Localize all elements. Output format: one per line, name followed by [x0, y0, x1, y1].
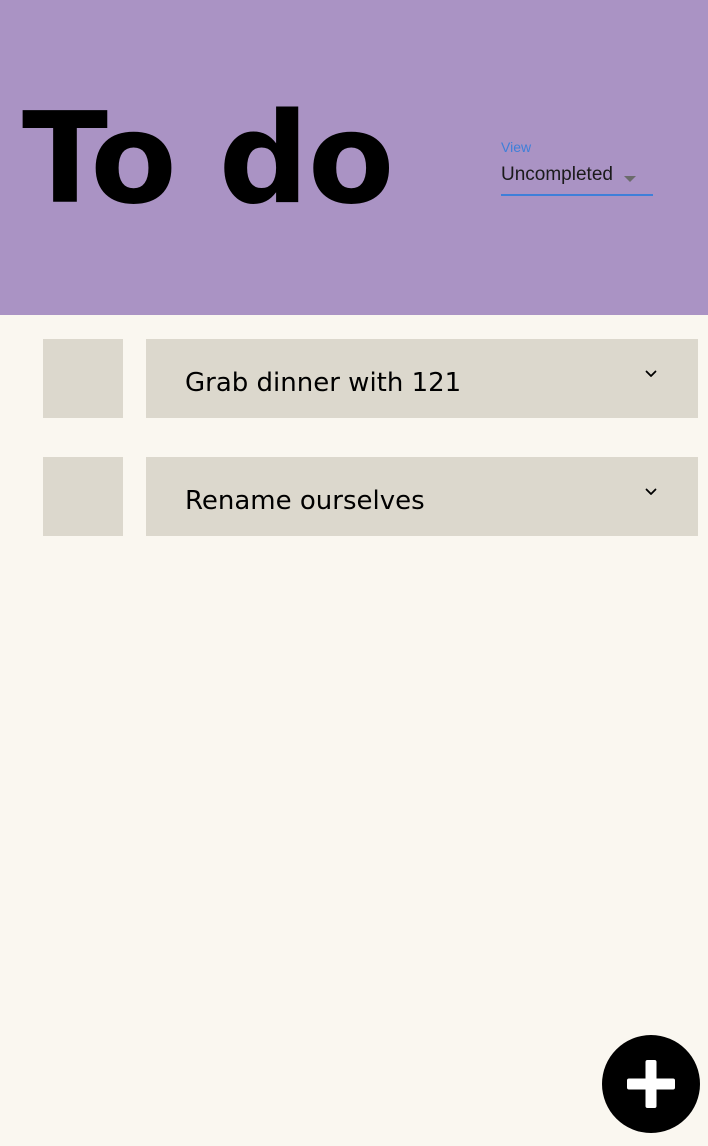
dropdown-arrow-icon[interactable]: [624, 176, 636, 182]
todo-complete-checkbox[interactable]: [43, 339, 123, 418]
page-title: To do: [22, 85, 394, 232]
view-select[interactable]: View Uncompleted: [501, 138, 653, 197]
plus-icon[interactable]: [627, 1060, 675, 1108]
view-select-value[interactable]: Uncompleted: [501, 164, 613, 186]
todo-item: Rename ourselves: [0, 457, 708, 536]
todo-card[interactable]: Grab dinner with 121: [146, 339, 698, 418]
view-select-label: View: [501, 139, 532, 155]
todo-item: Grab dinner with 121: [0, 339, 708, 418]
chevron-down-icon[interactable]: [645, 487, 657, 497]
add-todo-button[interactable]: [602, 1035, 700, 1133]
todo-complete-checkbox[interactable]: [43, 457, 123, 536]
header: To do View Uncompleted: [0, 0, 708, 315]
chevron-down-icon[interactable]: [645, 369, 657, 379]
todo-title: Rename ourselves: [185, 486, 425, 516]
todo-title: Grab dinner with 121: [185, 368, 462, 398]
todo-card[interactable]: Rename ourselves: [146, 457, 698, 536]
view-select-underline: [501, 194, 653, 196]
